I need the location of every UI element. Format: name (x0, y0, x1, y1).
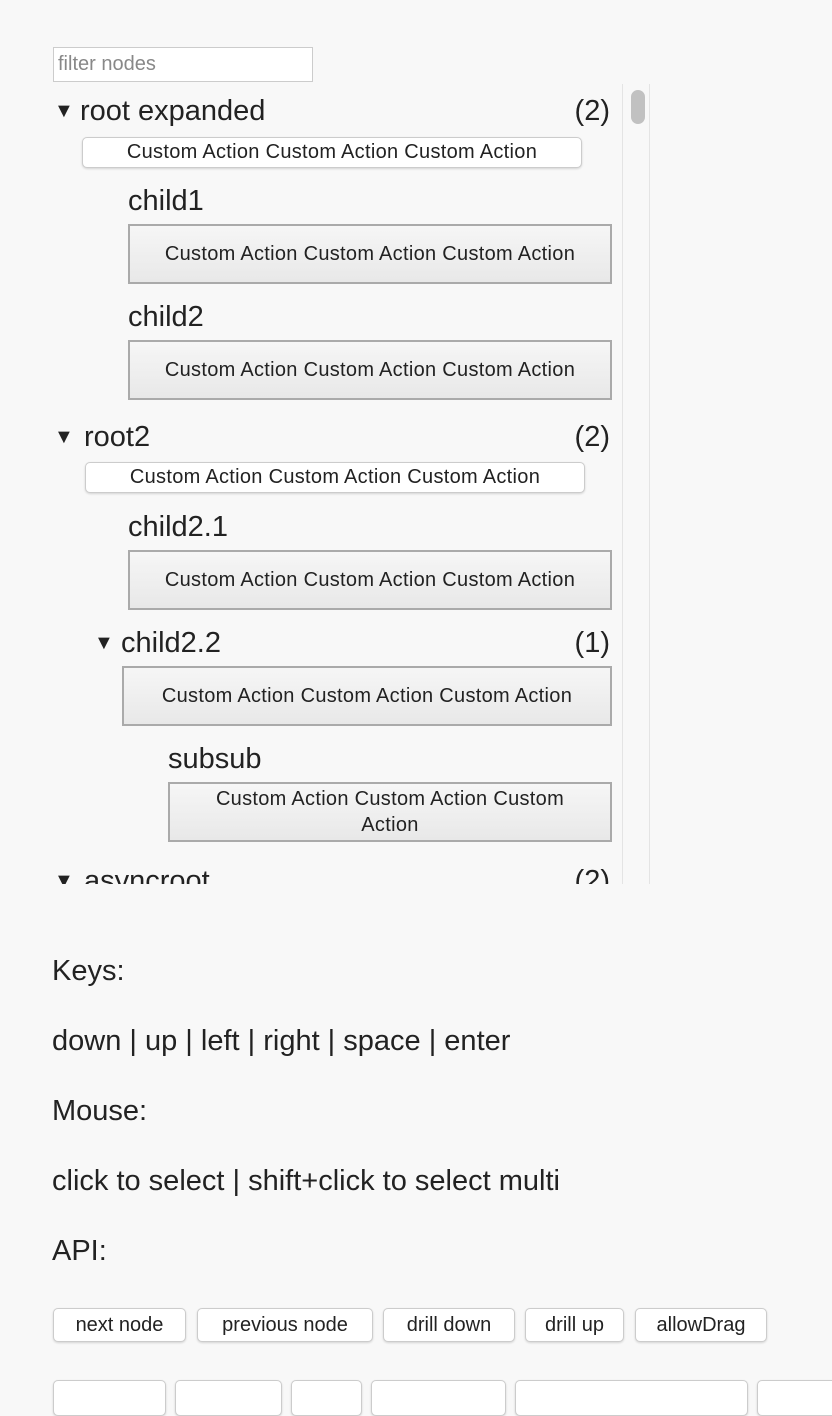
filter-nodes-input[interactable] (53, 47, 313, 82)
tree-view: ▼ root expanded (2) Custom Action Custom… (52, 84, 650, 884)
tree-node-child1[interactable]: child1 (128, 184, 204, 218)
mouse-heading: Mouse: (52, 1095, 148, 1127)
api-button[interactable] (757, 1380, 832, 1416)
api-button[interactable] (175, 1380, 282, 1416)
expand-toggle-icon[interactable]: ▼ (54, 94, 74, 128)
tree-node-child2[interactable]: child2 (128, 300, 204, 334)
custom-action-button[interactable]: Custom Action Custom Action Custom Actio… (122, 666, 612, 726)
child-count: (2) (574, 865, 610, 884)
tree-node-root2[interactable]: root2 (84, 420, 150, 454)
tree-node-child2-2[interactable]: child2.2 (121, 626, 221, 660)
scrollbar[interactable] (622, 84, 650, 884)
api-button[interactable] (371, 1380, 506, 1416)
custom-action-button[interactable]: Custom Action Custom Action Custom Actio… (128, 340, 612, 400)
child-count: (1) (574, 627, 610, 659)
drill-up-button[interactable]: drill up (525, 1308, 624, 1342)
custom-action-button[interactable]: Custom Action Custom Action Custom Actio… (128, 550, 612, 610)
api-button[interactable] (291, 1380, 362, 1416)
allow-drag-button[interactable]: allowDrag (635, 1308, 767, 1342)
keys-list: down | up | left | right | space | enter (52, 1025, 511, 1057)
expand-toggle-icon[interactable]: ▼ (54, 420, 74, 454)
tree-node-child2-1[interactable]: child2.1 (128, 510, 228, 544)
expand-toggle-icon[interactable]: ▼ (54, 864, 74, 884)
custom-action-button[interactable]: Custom Action Custom Action Custom Actio… (168, 782, 612, 842)
custom-action-button[interactable]: Custom Action Custom Action Custom Actio… (128, 224, 612, 284)
tree-node-asyncroot[interactable]: asyncroot (84, 864, 210, 884)
child-count: (2) (574, 95, 610, 127)
next-node-button[interactable]: next node (53, 1308, 186, 1342)
tree-node-root-expanded[interactable]: root expanded (80, 94, 265, 128)
api-heading: API: (52, 1235, 107, 1267)
keys-heading: Keys: (52, 955, 125, 987)
api-button[interactable] (515, 1380, 748, 1416)
previous-node-button[interactable]: previous node (197, 1308, 373, 1342)
child-count: (2) (574, 421, 610, 453)
api-button[interactable] (53, 1380, 166, 1416)
expand-toggle-icon[interactable]: ▼ (94, 626, 114, 660)
drill-down-button[interactable]: drill down (383, 1308, 515, 1342)
scrollbar-thumb[interactable] (631, 90, 645, 124)
mouse-help: click to select | shift+click to select … (52, 1165, 560, 1197)
custom-action-button[interactable]: Custom Action Custom Action Custom Actio… (85, 462, 585, 493)
tree-node-subsub[interactable]: subsub (168, 742, 262, 776)
custom-action-button[interactable]: Custom Action Custom Action Custom Actio… (82, 137, 582, 168)
